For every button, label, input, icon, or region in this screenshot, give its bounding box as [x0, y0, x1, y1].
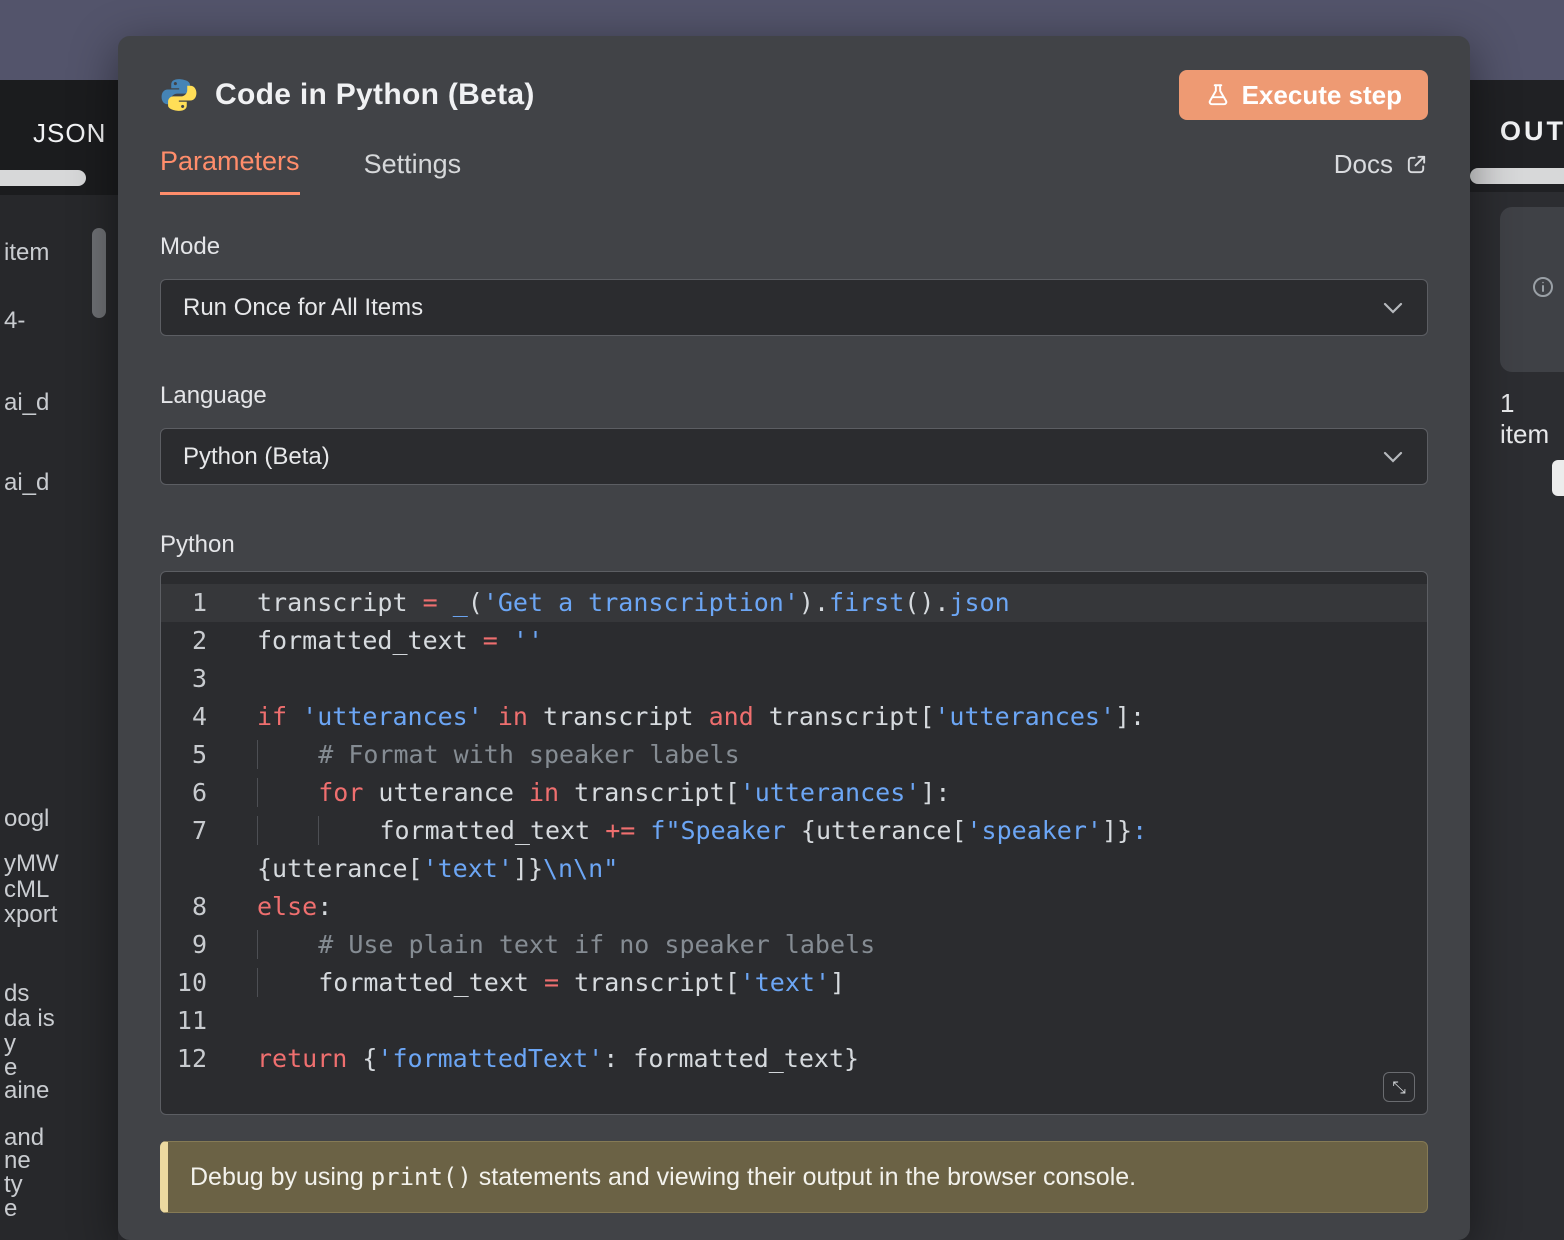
input-vertical-scrollbar-thumb[interactable] — [92, 228, 106, 318]
code-line[interactable]: 2formatted_text = '' — [161, 622, 1427, 660]
output-info-card — [1500, 207, 1564, 372]
line-number: 9 — [161, 926, 221, 964]
language-select[interactable]: Python (Beta) — [160, 428, 1428, 485]
execute-step-button[interactable]: Execute step — [1179, 70, 1428, 120]
page-title: Code in Python (Beta) — [215, 78, 535, 112]
sidebar-text-fragment: yMW — [4, 851, 59, 877]
mode-label: Mode — [160, 233, 1428, 261]
line-number: 11 — [161, 1002, 221, 1040]
execute-step-label: Execute step — [1242, 80, 1402, 111]
line-number: 12 — [161, 1040, 221, 1078]
modal-header: Code in Python (Beta) Execute step — [160, 36, 1428, 120]
line-number: 1 — [161, 584, 221, 622]
docs-link[interactable]: Docs — [1334, 149, 1428, 195]
sidebar-text-fragment: ai_d — [4, 470, 49, 496]
sidebar-text-fragment: cML — [4, 877, 49, 903]
input-horizontal-scrollbar[interactable] — [0, 170, 86, 186]
language-label: Language — [160, 382, 1428, 410]
python-code-label: Python — [160, 531, 1428, 559]
flask-icon — [1205, 82, 1231, 108]
tab-json[interactable]: JSON — [33, 118, 106, 149]
code-line[interactable]: 11 — [161, 1002, 1427, 1040]
mode-select-value: Run Once for All Items — [183, 294, 423, 322]
chevron-down-icon — [1383, 451, 1403, 463]
line-number: 5 — [161, 736, 221, 774]
code-line[interactable]: 5 # Format with speaker labels — [161, 736, 1427, 774]
language-select-value: Python (Beta) — [183, 443, 330, 471]
sidebar-text-fragment: da is — [4, 1006, 55, 1032]
line-number: 2 — [161, 622, 221, 660]
sidebar-text-fragment: ds — [4, 981, 29, 1007]
tab-settings[interactable]: Settings — [364, 149, 462, 195]
code-line[interactable]: 10 formatted_text = transcript['text'] — [161, 964, 1427, 1002]
line-number: 8 — [161, 888, 221, 926]
code-line[interactable]: 8else: — [161, 888, 1427, 926]
mode-select[interactable]: Run Once for All Items — [160, 279, 1428, 336]
tab-parameters[interactable]: Parameters — [160, 146, 300, 195]
sidebar-text-fragment: item — [4, 240, 49, 266]
line-number: 7 — [161, 812, 221, 888]
sidebar-text-fragment: ai_d — [4, 390, 49, 416]
code-editor-lines: 1transcript = _('Get a transcription').f… — [161, 584, 1427, 1078]
line-number: 3 — [161, 660, 221, 698]
debug-note-text: Debug by using print() statements and vi… — [190, 1163, 1136, 1192]
sidebar-text-fragment: oogl — [4, 806, 49, 832]
code-node-modal: Code in Python (Beta) Execute step Param… — [118, 36, 1470, 1240]
output-panel-header: OUT — [1470, 80, 1564, 192]
code-line[interactable]: 1transcript = _('Get a transcription').f… — [161, 584, 1427, 622]
clipped-button[interactable] — [1552, 460, 1564, 496]
code-line[interactable]: 9 # Use plain text if no speaker labels — [161, 926, 1427, 964]
code-line[interactable]: 6 for utterance in transcript['utterance… — [161, 774, 1427, 812]
sidebar-text-fragment: e — [4, 1196, 17, 1222]
info-icon[interactable] — [1531, 275, 1555, 299]
code-line[interactable]: 7 formatted_text += f"Speaker {utterance… — [161, 812, 1427, 888]
line-number: 4 — [161, 698, 221, 736]
output-panel: OUT 1 item — [1470, 80, 1564, 1240]
code-line[interactable]: 12return {'formattedText': formatted_tex… — [161, 1040, 1427, 1078]
code-line[interactable]: 4if 'utterances' in transcript and trans… — [161, 698, 1427, 736]
output-panel-title: OUT — [1500, 116, 1564, 147]
chevron-down-icon — [1383, 302, 1403, 314]
docs-label: Docs — [1334, 149, 1393, 180]
output-horizontal-scrollbar[interactable] — [1470, 168, 1564, 184]
sidebar-text-fragment: xport — [4, 902, 57, 928]
line-number: 6 — [161, 774, 221, 812]
code-editor[interactable]: 1transcript = _('Get a transcription').f… — [160, 571, 1428, 1115]
input-panel: JSON item 4- ai_d ai_doogl yMWcMLxport dsda i… — [0, 80, 118, 1240]
inline-code: print() — [371, 1163, 472, 1191]
line-number: 10 — [161, 964, 221, 1002]
code-line[interactable]: 3 — [161, 660, 1427, 698]
output-item-count: 1 item — [1500, 388, 1564, 450]
expand-editor-button[interactable]: ⤡ — [1383, 1072, 1415, 1102]
tabs-row: Parameters Settings Docs — [160, 146, 1428, 195]
python-logo-icon — [160, 76, 198, 114]
sidebar-text-fragment: 4- — [4, 308, 25, 334]
sidebar-text-fragment: aine — [4, 1078, 49, 1104]
debug-note: Debug by using print() statements and vi… — [160, 1141, 1428, 1213]
input-panel-header: JSON — [0, 80, 118, 195]
external-link-icon — [1405, 153, 1428, 176]
